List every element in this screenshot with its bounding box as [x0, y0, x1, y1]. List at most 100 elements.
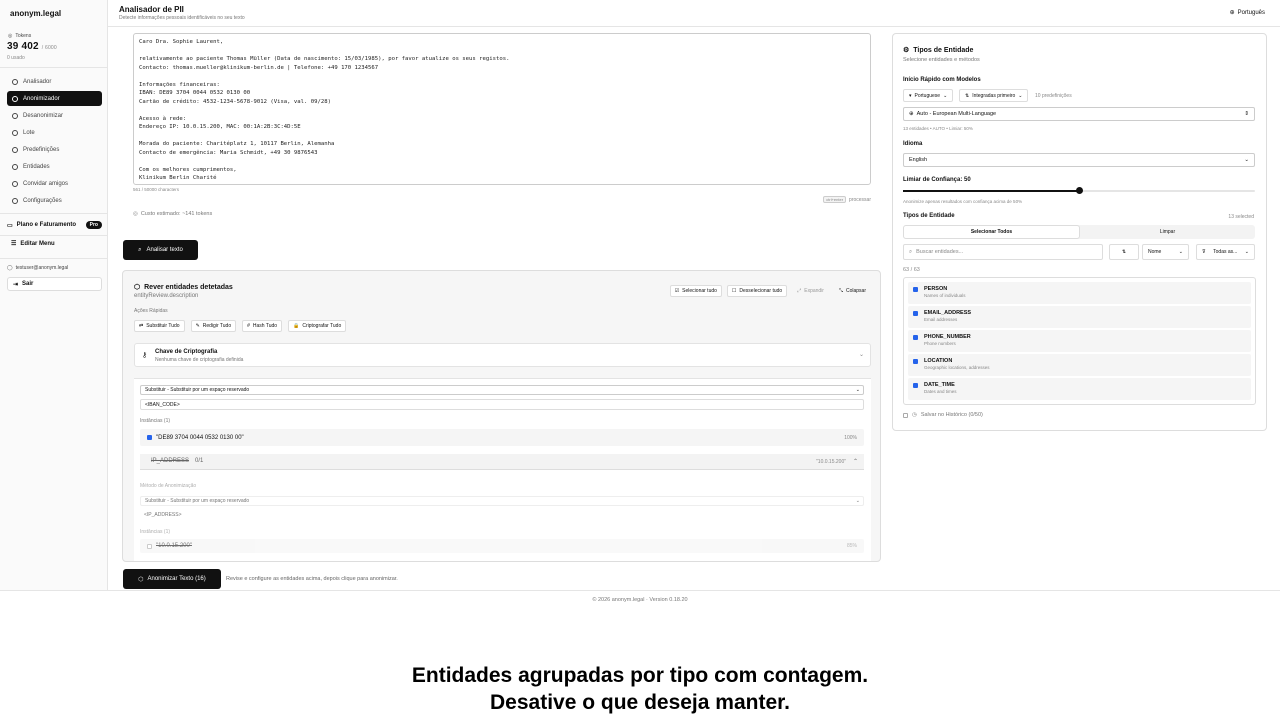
presets-count: 10 predefinições	[1035, 93, 1072, 99]
model-select[interactable]: ⊕ Auto - European Multi-Language ⇕	[903, 107, 1255, 121]
entity-item-phone[interactable]: PHONE_NUMBER Phone numbers	[908, 330, 1251, 352]
sidebar-item-entidades[interactable]: Entidades	[7, 159, 102, 174]
sidebar-item-configuracoes[interactable]: Configurações	[7, 193, 102, 208]
anonymize-button-label: Anonimizar Texto (16)	[147, 576, 206, 582]
search-icon	[12, 78, 18, 85]
ip-method-select[interactable]: Substituir - Substituir por um espaço re…	[140, 496, 864, 506]
plan-badge: Pro	[85, 221, 102, 229]
replace-all-label: Substituir Tudo	[146, 323, 180, 329]
checkbox-unchecked[interactable]	[903, 412, 908, 418]
iban-method-select[interactable]: Substituir - Substituir por um espaço re…	[140, 385, 864, 395]
language-filter-dropdown[interactable]: ▾ Portuguese ⌄	[903, 89, 954, 102]
confidence-slider[interactable]	[903, 187, 1255, 194]
ip-group-name: IP_ADDRESS	[151, 458, 190, 464]
quick-actions: ⇄ Substituir Tudo ✎ Redigir Tudo # Hash Tud…	[134, 320, 347, 332]
shield-icon: ⬡	[138, 576, 144, 583]
ip-address-group-header[interactable]: IP_ADDRESS 0/1 "10.0.15.200" ⌃	[140, 454, 864, 470]
plan-billing-link[interactable]: ▭ Plano e Faturamento Pro	[7, 219, 102, 231]
collapse-button[interactable]: ⤡ Colapsar	[834, 285, 871, 297]
checkbox-checked[interactable]	[147, 435, 152, 440]
replace-icon: ⇄	[139, 323, 144, 329]
brand-logo[interactable]: anonym.legal	[10, 9, 61, 18]
logout-button[interactable]: ⇥ Sair	[7, 277, 102, 291]
deselect-all-button[interactable]: ☐ Desselecionar tudo	[726, 285, 788, 297]
checkbox-checked[interactable]	[913, 311, 918, 316]
review-panel: ⬡ Rever entidades detetadas entityReview…	[122, 270, 881, 562]
confidence-slider-handle[interactable]	[1075, 187, 1083, 194]
collapse-icon: ⤡	[838, 288, 843, 294]
crypto-key-status: Nenhuma chave de criptografia definida	[155, 357, 244, 363]
edit-menu-button[interactable]: ☰ Editar Menu	[7, 240, 55, 248]
language-switcher[interactable]: ⊕ Português	[1230, 9, 1265, 17]
select-all-entities-button[interactable]: Selecionar Todos	[903, 225, 1080, 239]
hash-all-button[interactable]: # Hash Tudo	[242, 320, 283, 332]
clock-icon: ◷	[912, 412, 917, 418]
quick-start-label: Início Rápido com Modelos	[903, 77, 981, 83]
checkbox-checked[interactable]	[913, 359, 918, 364]
chevron-down-icon: ⌄	[1244, 157, 1249, 163]
sort-direction-button[interactable]: ⇅	[1109, 244, 1139, 260]
category-filter-value: Todas as...	[1213, 249, 1238, 255]
redact-icon: ✎	[195, 323, 200, 329]
checkbox-checked[interactable]	[913, 383, 918, 388]
analyze-button[interactable]: ⌕ Analisar texto	[123, 240, 198, 260]
iban-instance[interactable]: "DE89 3704 0044 0532 0130 00" 100%	[140, 429, 864, 446]
shortcut-hint: ctrl+enter processar	[823, 196, 871, 203]
sidebar-item-predefinicoes[interactable]: Predefinições	[7, 142, 102, 157]
sidebar-item-anonimizador[interactable]: Anonimizador	[7, 91, 102, 106]
entity-item-datetime[interactable]: DATE_TIME Dates and times	[908, 378, 1251, 400]
globe-icon: ⊕	[909, 111, 914, 117]
encrypt-all-button[interactable]: 🔒 Criptografar Tudo	[288, 320, 347, 332]
caption-line-2: Desative o que deseja manter.	[490, 691, 790, 714]
select-all-button[interactable]: ☑ Selecionar tudo	[669, 285, 722, 297]
sidebar-item-label: Anonimizador	[23, 95, 60, 102]
language-select[interactable]: English ⌄	[903, 153, 1255, 167]
sidebar-item-label: Lote	[23, 129, 35, 136]
checkbox-checked[interactable]	[913, 335, 918, 340]
sort-by-dropdown[interactable]: Nome ⌄	[1142, 244, 1189, 260]
redact-all-button[interactable]: ✎ Redigir Tudo	[190, 320, 237, 332]
sidebar-item-convidar[interactable]: Convidar amigos	[7, 176, 102, 191]
confidence-note: Anonimize apenas resultados com confianç…	[903, 199, 1023, 204]
text-input[interactable]: Caro Dra. Sophie Laurent, relativamente …	[133, 33, 871, 185]
sort-order-value: Integradas primeiro	[972, 92, 1016, 99]
chevron-up-icon: ⌃	[852, 459, 858, 465]
sort-order-dropdown[interactable]: ⇅ Integradas primeiro ⌄	[959, 89, 1029, 102]
anonymize-button[interactable]: ⬡ Anonimizar Texto (16)	[123, 569, 221, 589]
entity-item-person[interactable]: PERSON Names of individuals	[908, 282, 1251, 304]
entity-search-input[interactable]: ⌕ Buscar entidades...	[903, 244, 1103, 260]
expand-button[interactable]: ⤢ Expandir	[792, 285, 829, 297]
chevron-down-icon: ⌄	[943, 92, 948, 99]
sidebar-item-label: Configurações	[23, 197, 62, 204]
iban-placeholder-input[interactable]: <IBAN_CODE>	[140, 399, 864, 410]
crypto-key-section[interactable]: ⚷ Chave de Criptografia Nenhuma chave de…	[134, 343, 871, 367]
ip-placeholder-input[interactable]: <IP_ADDRESS>	[140, 509, 864, 520]
sidebar-item-desanonimizar[interactable]: Desanonimizar	[7, 108, 102, 123]
chevron-updown-icon: ⇕	[1244, 111, 1249, 117]
checkbox-checked[interactable]	[913, 287, 918, 292]
save-history-label: Salvar no Histórico (0/50)	[920, 412, 983, 418]
selected-count: 13 selected	[1228, 214, 1254, 220]
tokens-label: ◎ Tokens	[8, 33, 31, 39]
save-history-toggle[interactable]: ◷ Salvar no Histórico (0/50)	[903, 412, 983, 418]
divider	[0, 67, 108, 68]
sidebar-item-analisador[interactable]: Analisador	[7, 74, 102, 89]
checkbox-unchecked[interactable]	[147, 543, 152, 549]
user-email-text: testuser@anonym.legal	[15, 265, 69, 271]
replace-all-button[interactable]: ⇄ Substituir Tudo	[134, 320, 185, 332]
entity-name: LOCATION	[924, 358, 953, 364]
entity-item-location[interactable]: LOCATION Geographic locations, addresses	[908, 354, 1251, 376]
category-filter-dropdown[interactable]: ⊽ Todas as... ⌄	[1196, 244, 1255, 260]
entity-item-email[interactable]: EMAIL_ADDRESS Email addresses	[908, 306, 1251, 328]
select-all-label: Selecionar tudo	[682, 288, 717, 294]
estimated-cost: ◎ Custo estimado: ~141 tokens	[133, 211, 212, 217]
char-count: 561 / 50000 characters	[133, 187, 180, 192]
tag-icon	[12, 163, 18, 170]
sidebar-nav: Analisador Anonimizador Desanonimizar Lo…	[7, 74, 102, 210]
clear-entities-button[interactable]: Limpar	[1080, 225, 1255, 239]
entity-types-panel: ⚙ Tipos de Entidade Selecione entidades …	[892, 33, 1267, 431]
sidebar-item-lote[interactable]: Lote	[7, 125, 102, 140]
sort-by-value: Nome	[1148, 249, 1162, 255]
ip-instance[interactable]: "10.0.15.200" 85%	[140, 539, 864, 553]
page-subtitle: Detecte informações pessoais identificáv…	[119, 15, 245, 21]
